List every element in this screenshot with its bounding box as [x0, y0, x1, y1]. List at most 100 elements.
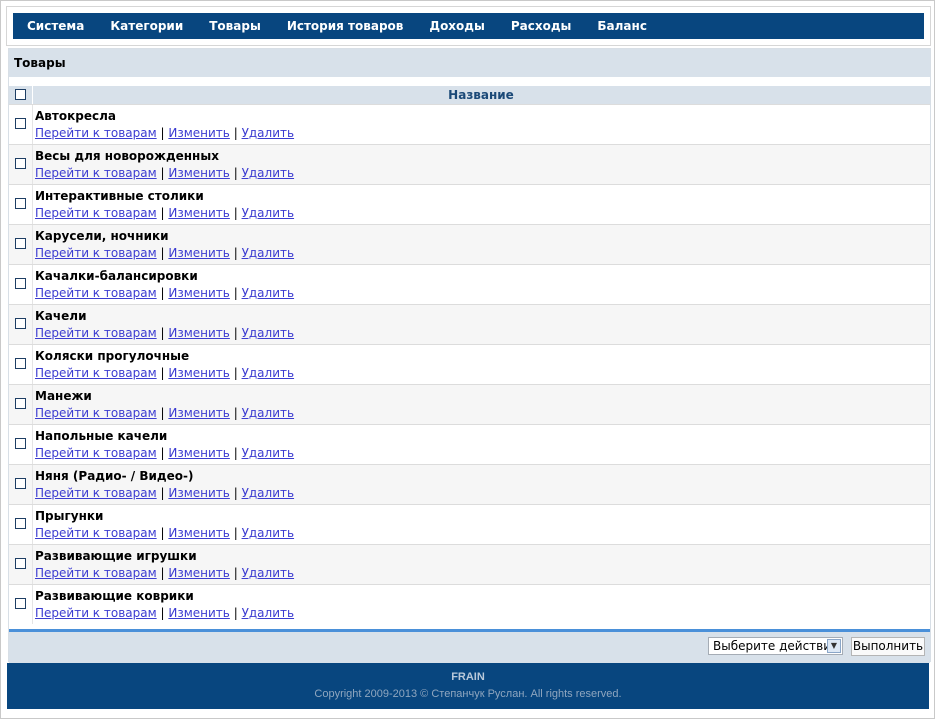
nav-item-categories[interactable]: Категории — [110, 19, 183, 33]
product-name: Качалки-балансировки — [35, 269, 198, 283]
goto-products-link[interactable]: Перейти к товарам — [35, 606, 157, 620]
delete-link[interactable]: Удалить — [242, 526, 295, 540]
row-checkbox[interactable] — [15, 118, 26, 129]
top-nav-container: Система Категории Товары История товаров… — [6, 6, 931, 46]
nav-item-product-history[interactable]: История товаров — [287, 19, 404, 33]
table-row: Коляски прогулочные Перейти к товарам | И… — [9, 344, 930, 384]
top-nav: Система Категории Товары История товаров… — [13, 13, 924, 39]
table-row: Карусели, ночники Перейти к товарам | Изм… — [9, 224, 930, 264]
edit-link[interactable]: Изменить — [168, 446, 230, 460]
row-checkbox[interactable] — [15, 558, 26, 569]
row-checkbox[interactable] — [15, 318, 26, 329]
product-name: Коляски прогулочные — [35, 349, 190, 363]
nav-item-income[interactable]: Доходы — [429, 19, 484, 33]
row-actions: Перейти к товарам | Изменить | Удалить — [35, 206, 294, 220]
goto-products-link[interactable]: Перейти к товарам — [35, 286, 157, 300]
delete-link[interactable]: Удалить — [242, 566, 295, 580]
goto-products-link[interactable]: Перейти к товарам — [35, 366, 157, 380]
edit-link[interactable]: Изменить — [168, 566, 230, 580]
goto-products-link[interactable]: Перейти к товарам — [35, 206, 157, 220]
delete-link[interactable]: Удалить — [242, 606, 295, 620]
delete-link[interactable]: Удалить — [242, 166, 295, 180]
delete-link[interactable]: Удалить — [242, 126, 295, 140]
delete-link[interactable]: Удалить — [242, 246, 295, 260]
row-checkbox[interactable] — [15, 278, 26, 289]
edit-link[interactable]: Изменить — [168, 326, 230, 340]
row-checkbox[interactable] — [15, 478, 26, 489]
goto-products-link[interactable]: Перейти к товарам — [35, 246, 157, 260]
footer-copyright: Copyright 2009-2013 © Степанчук Руслан. … — [314, 688, 622, 700]
edit-link[interactable]: Изменить — [168, 166, 230, 180]
row-divider — [32, 265, 33, 304]
row-divider — [32, 585, 33, 624]
delete-link[interactable]: Удалить — [242, 366, 295, 380]
edit-link[interactable]: Изменить — [168, 206, 230, 220]
edit-link[interactable]: Изменить — [168, 286, 230, 300]
link-separator: | — [233, 446, 238, 460]
row-checkbox[interactable] — [15, 598, 26, 609]
goto-products-link[interactable]: Перейти к товарам — [35, 526, 157, 540]
link-separator: | — [233, 486, 238, 500]
row-actions: Перейти к товарам | Изменить | Удалить — [35, 606, 294, 620]
row-divider — [32, 505, 33, 544]
table-row: Развивающие коврики Перейти к товарам | И… — [9, 584, 930, 624]
table-row: Прыгунки Перейти к товарам | Изменить | У… — [9, 504, 930, 544]
product-name: Весы для новорожденных — [35, 149, 219, 163]
edit-link[interactable]: Изменить — [168, 486, 230, 500]
delete-link[interactable]: Удалить — [242, 326, 295, 340]
link-separator: | — [160, 326, 165, 340]
action-bar: Выберите действие ▼ Выполнить — [9, 629, 930, 663]
action-select[interactable]: Выберите действие ▼ — [708, 637, 843, 655]
execute-button[interactable]: Выполнить — [851, 637, 925, 656]
edit-link[interactable]: Изменить — [168, 366, 230, 380]
product-name: Прыгунки — [35, 509, 104, 523]
delete-link[interactable]: Удалить — [242, 446, 295, 460]
link-separator: | — [233, 206, 238, 220]
row-divider — [32, 465, 33, 504]
delete-link[interactable]: Удалить — [242, 406, 295, 420]
table-row: Развивающие игрушки Перейти к товарам | И… — [9, 544, 930, 584]
row-checkbox[interactable] — [15, 438, 26, 449]
link-separator: | — [160, 566, 165, 580]
row-checkbox[interactable] — [15, 358, 26, 369]
row-checkbox[interactable] — [15, 238, 26, 249]
row-checkbox[interactable] — [15, 198, 26, 209]
row-divider — [32, 425, 33, 464]
row-checkbox[interactable] — [15, 398, 26, 409]
product-name: Интерактивные столики — [35, 189, 204, 203]
edit-link[interactable]: Изменить — [168, 126, 230, 140]
page-frame: Система Категории Товары История товаров… — [0, 0, 935, 719]
action-select-value: Выберите действие — [713, 639, 839, 653]
delete-link[interactable]: Удалить — [242, 286, 295, 300]
nav-item-balance[interactable]: Баланс — [597, 19, 647, 33]
nav-item-products[interactable]: Товары — [209, 19, 261, 33]
link-separator: | — [233, 526, 238, 540]
goto-products-link[interactable]: Перейти к товарам — [35, 486, 157, 500]
column-header-name[interactable]: Название — [32, 86, 930, 104]
row-checkbox[interactable] — [15, 518, 26, 529]
edit-link[interactable]: Изменить — [168, 406, 230, 420]
goto-products-link[interactable]: Перейти к товарам — [35, 406, 157, 420]
row-actions: Перейти к товарам | Изменить | Удалить — [35, 246, 294, 260]
link-separator: | — [233, 366, 238, 380]
row-divider — [32, 345, 33, 384]
select-all-checkbox[interactable] — [15, 89, 26, 100]
goto-products-link[interactable]: Перейти к товарам — [35, 166, 157, 180]
edit-link[interactable]: Изменить — [168, 246, 230, 260]
edit-link[interactable]: Изменить — [168, 526, 230, 540]
goto-products-link[interactable]: Перейти к товарам — [35, 446, 157, 460]
link-separator: | — [160, 486, 165, 500]
link-separator: | — [160, 526, 165, 540]
goto-products-link[interactable]: Перейти к товарам — [35, 326, 157, 340]
chevron-down-icon[interactable]: ▼ — [827, 639, 841, 653]
delete-link[interactable]: Удалить — [242, 206, 295, 220]
edit-link[interactable]: Изменить — [168, 606, 230, 620]
delete-link[interactable]: Удалить — [242, 486, 295, 500]
row-actions: Перейти к товарам | Изменить | Удалить — [35, 166, 294, 180]
nav-item-system[interactable]: Система — [27, 19, 84, 33]
goto-products-link[interactable]: Перейти к товарам — [35, 126, 157, 140]
link-separator: | — [160, 206, 165, 220]
row-checkbox[interactable] — [15, 158, 26, 169]
goto-products-link[interactable]: Перейти к товарам — [35, 566, 157, 580]
nav-item-expenses[interactable]: Расходы — [511, 19, 572, 33]
